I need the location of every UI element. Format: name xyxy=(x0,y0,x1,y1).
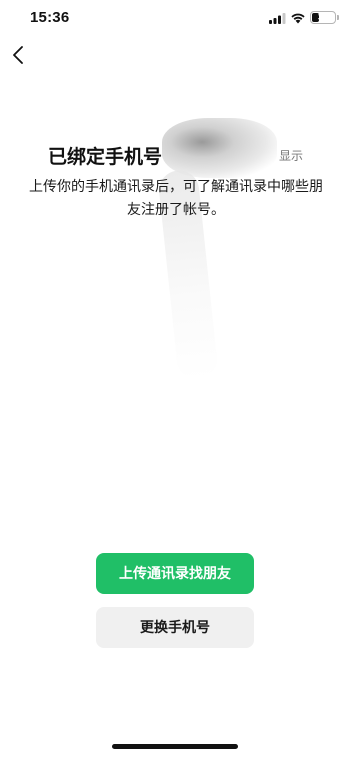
upload-contacts-button[interactable]: 上传通讯录找朋友 xyxy=(96,553,254,594)
battery-level: 31 xyxy=(317,12,328,22)
home-indicator xyxy=(112,744,238,749)
signal-icon xyxy=(269,13,286,24)
wifi-icon xyxy=(291,13,305,24)
status-time: 15:36 xyxy=(30,9,70,26)
description-text: 上传你的手机通讯录后，可了解通讯录中哪些朋友注册了帐号。 xyxy=(29,179,323,218)
back-button[interactable] xyxy=(8,42,32,68)
redaction-blur xyxy=(162,118,277,178)
change-phone-button[interactable]: 更换手机号 xyxy=(96,607,254,648)
chevron-left-icon xyxy=(13,46,23,64)
battery-cap xyxy=(337,15,339,20)
status-bar: 15:36 31 xyxy=(0,0,350,40)
title-hint: 显示 xyxy=(279,149,304,163)
battery-icon: 31 xyxy=(310,11,336,24)
